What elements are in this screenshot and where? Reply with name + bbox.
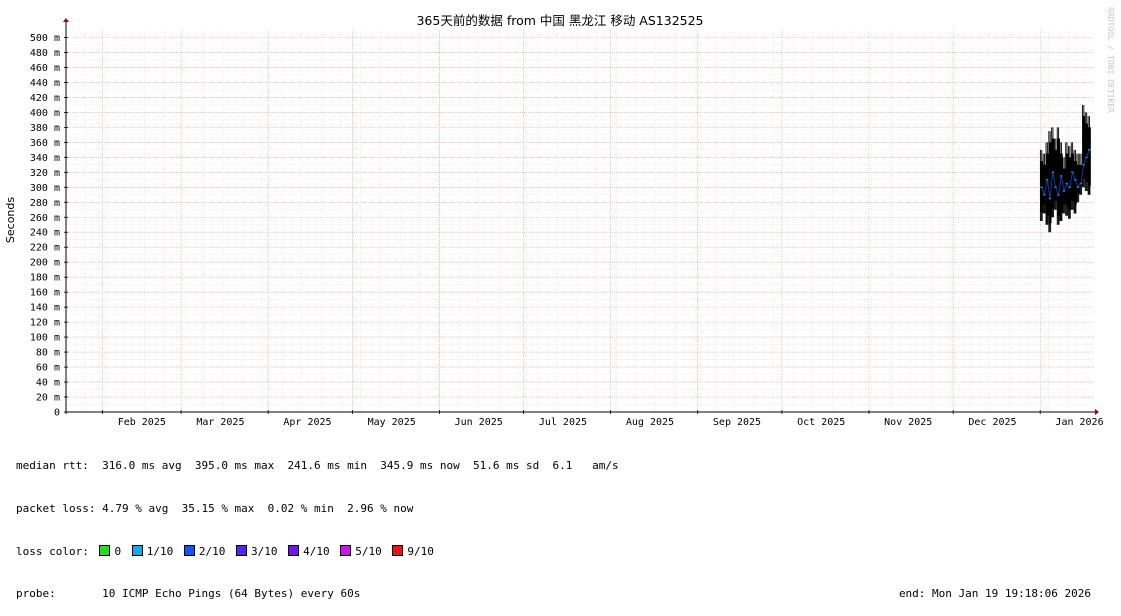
loss-label: packet loss: [16, 502, 96, 515]
y-tick-labels: 0 20 m 40 m 60 m 80 m 100 m 120 m 140 m 160 m 180… [30, 33, 60, 419]
loss-color-row: loss color: 0 1/10 2/10 3/10 4/10 5/10 9… [16, 544, 1106, 559]
y-tick-label: 420 m [30, 93, 60, 104]
rrdtool-watermark: RRDTOOL / TOBI OETIKER [1106, 7, 1115, 113]
loss-color-swatches: 0 1/10 2/10 3/10 4/10 5/10 9/10 [95, 544, 440, 558]
y-tick-label: 460 m [30, 63, 60, 74]
y-tick-label: 20 m [36, 393, 60, 404]
probe-row: probe: 10 ICMP Echo Pings (64 Bytes) eve… [16, 587, 1106, 601]
y-tick-label: 200 m [30, 258, 60, 269]
x-tick-label: Jul 2025 [539, 417, 587, 428]
probe-label: probe: [16, 587, 56, 601]
series-area [1039, 104, 1091, 233]
loss-color-label-item: 2/10 [198, 544, 226, 558]
grid [65, 30, 1093, 412]
loss-color-swatch [392, 544, 404, 556]
x-tick-label: Feb 2025 [118, 417, 166, 428]
y-tick-label: 0 [54, 408, 60, 419]
rtt-label: median rtt: [16, 459, 89, 473]
y-tick-label: 240 m [30, 228, 60, 239]
y-tick-label: 500 m [30, 33, 60, 44]
loss-color-label: loss color: [16, 544, 89, 558]
y-tick-label: 480 m [30, 48, 60, 59]
legend-block: median rtt: 316.0 ms avg 395.0 ms max 24… [16, 431, 1106, 616]
x-tick-label: Mar 2025 [196, 417, 244, 428]
y-tick-label: 180 m [30, 273, 60, 284]
x-tick-label: Jun 2025 [455, 417, 503, 428]
loss-color-label-item: 5/10 [355, 544, 382, 558]
x-tick-label: May 2025 [368, 417, 416, 428]
y-tick-label: 260 m [30, 213, 60, 224]
loss-color-label-item: 9/10 [407, 544, 434, 558]
probe-value: 10 ICMP Echo Pings (64 Bytes) every 60s [102, 587, 361, 601]
loss-color-label-item: 3/10 [250, 544, 278, 558]
y-tick-label: 60 m [36, 363, 60, 374]
axes [63, 18, 1099, 415]
y-tick-label: 80 m [36, 348, 60, 359]
y-tick-label: 220 m [30, 243, 60, 254]
x-tick-label: Aug 2025 [626, 417, 674, 428]
loss-color-swatch [99, 544, 111, 556]
y-tick-label: 140 m [30, 303, 60, 314]
rtt-values: 316.0 ms avg 395.0 ms max 241.6 ms min 3… [102, 459, 619, 473]
x-tick-label: Jan 2026 [1055, 417, 1103, 428]
y-tick-label: 360 m [30, 138, 60, 149]
x-tick-label: Oct 2025 [797, 417, 845, 428]
loss-color-swatch [340, 544, 352, 556]
end-timestamp: end: Mon Jan 19 19:18:06 2026 [898, 587, 1091, 601]
loss-row: packet loss: 4.79 % avg 35.15 % max 0.02… [16, 502, 1106, 516]
y-axis-arrow [63, 18, 69, 22]
latency-chart: 365天前的数据 from 中国 黑龙江 移动 AS132525 Seconds… [4, 7, 1115, 428]
rtt-row: median rtt: 316.0 ms avg 395.0 ms max 24… [16, 459, 1106, 473]
x-tick-label: Dec 2025 [968, 417, 1016, 428]
loss-color-swatch [235, 544, 247, 556]
y-tick-label: 100 m [30, 333, 60, 344]
loss-color-swatch [288, 544, 300, 556]
y-tick-label: 40 m [36, 378, 60, 389]
chart-title: 365天前的数据 from 中国 黑龙江 移动 AS132525 [416, 13, 703, 28]
y-tick-label: 320 m [30, 168, 60, 179]
loss-color-label-item: 4/10 [303, 544, 330, 558]
x-tick-label: Nov 2025 [884, 417, 932, 428]
loss-color-swatch [131, 544, 143, 556]
x-tick-labels: Feb 2025 Mar 2025 Apr 2025 May 2025 Jun 2025… [118, 417, 1104, 428]
y-axis-label: Seconds [4, 197, 17, 243]
loss-color-swatch [183, 544, 195, 556]
x-tick-label: Sep 2025 [713, 417, 761, 428]
loss-color-label-item: 0 [114, 544, 122, 558]
y-tick-label: 400 m [30, 108, 60, 119]
x-axis-arrow [1095, 409, 1099, 415]
y-tick-label: 160 m [30, 288, 60, 299]
y-tick-label: 280 m [30, 198, 60, 209]
y-tick-label: 440 m [30, 78, 60, 89]
loss-values: 4.79 % avg 35.15 % max 0.02 % min 2.96 %… [102, 502, 414, 515]
y-tick-label: 340 m [30, 153, 60, 164]
x-tick-label: Apr 2025 [283, 417, 331, 428]
y-tick-label: 300 m [30, 183, 60, 194]
y-tick-label: 120 m [30, 318, 60, 329]
y-tick-label: 380 m [30, 123, 60, 134]
loss-color-label-item: 1/10 [146, 544, 174, 558]
